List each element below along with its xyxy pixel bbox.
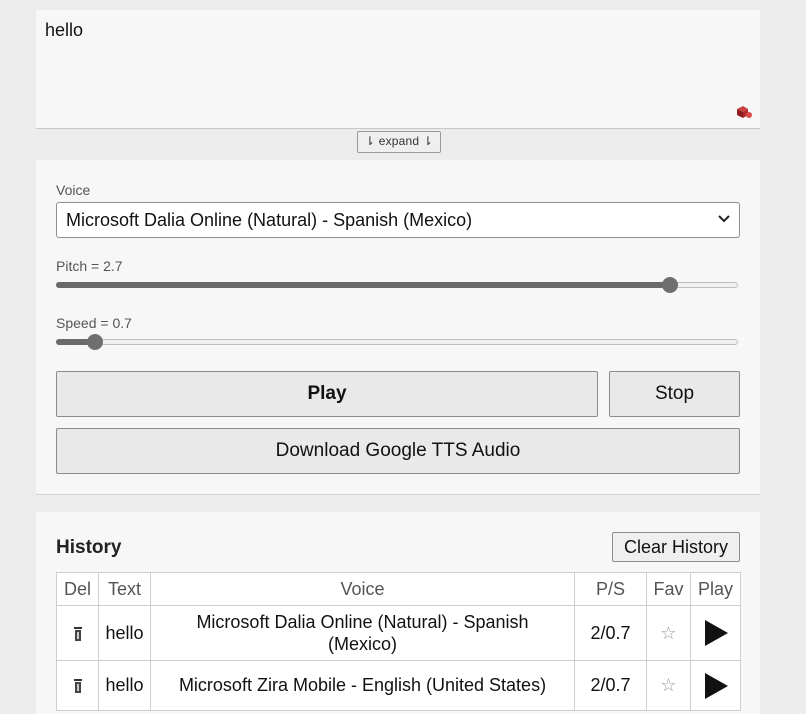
speed-slider[interactable] [56,334,738,350]
text-input-value: hello [45,20,84,40]
history-text: hello [98,660,151,711]
play-icon[interactable] [703,672,729,700]
history-title: History [56,537,122,558]
expand-button[interactable]: ⇂ expand ⇂ [357,131,441,153]
pitch-label: Pitch = 2.7 [56,258,123,274]
star-icon[interactable]: ☆ [660,623,676,643]
text-input-area[interactable]: hello [36,10,760,129]
history-header-row: Del Text Voice P/S Fav Play [56,572,741,606]
col-header-voice: Voice [150,572,575,606]
pitch-slider[interactable] [56,277,738,293]
col-header-ps: P/S [574,572,647,606]
voice-settings-panel: Voice Microsoft Dalia Online (Natural) -… [36,160,760,495]
col-header-text: Text [98,572,151,606]
delete-cell[interactable] [56,605,99,661]
clear-history-button[interactable]: Clear History [612,532,740,562]
history-ps: 2/0.7 [574,660,647,711]
play-cell[interactable] [690,605,741,661]
delete-cell[interactable] [56,660,99,711]
trash-icon[interactable] [73,626,82,641]
favorite-cell[interactable]: ☆ [646,660,691,711]
play-icon[interactable] [703,619,729,647]
history-row: hello Microsoft Dalia Online (Natural) -… [56,605,741,661]
col-header-fav: Fav [646,572,691,606]
play-cell[interactable] [690,660,741,711]
speed-slider-track [56,339,738,345]
pitch-slider-fill [56,282,670,288]
voice-select-value: Microsoft Dalia Online (Natural) - Spani… [66,210,473,230]
trash-icon[interactable] [73,679,82,694]
history-text: hello [98,605,151,661]
speed-slider-thumb[interactable] [86,334,103,350]
stop-button[interactable]: Stop [609,371,740,417]
pitch-slider-thumb[interactable] [661,277,678,293]
col-header-del: Del [56,572,99,606]
download-button[interactable]: Download Google TTS Audio [56,428,740,474]
play-button[interactable]: Play [56,371,598,417]
voice-select[interactable]: Microsoft Dalia Online (Natural) - Spani… [56,202,740,238]
history-voice: Microsoft Dalia Online (Natural) - Spani… [150,605,575,661]
col-header-play: Play [690,572,741,606]
history-ps: 2/0.7 [574,605,647,661]
speed-label: Speed = 0.7 [56,315,132,331]
history-voice: Microsoft Zira Mobile - English (United … [150,660,575,711]
resize-grip-icon[interactable] [734,104,752,120]
history-panel: History Clear History Del Text Voice P/S… [36,512,760,714]
chevron-down-icon [718,215,730,223]
history-table: Del Text Voice P/S Fav Play hello Micros… [56,572,741,711]
voice-label: Voice [56,182,91,198]
history-row: hello Microsoft Zira Mobile - English (U… [56,660,741,711]
favorite-cell[interactable]: ☆ [646,605,691,661]
star-icon[interactable]: ☆ [660,675,676,695]
